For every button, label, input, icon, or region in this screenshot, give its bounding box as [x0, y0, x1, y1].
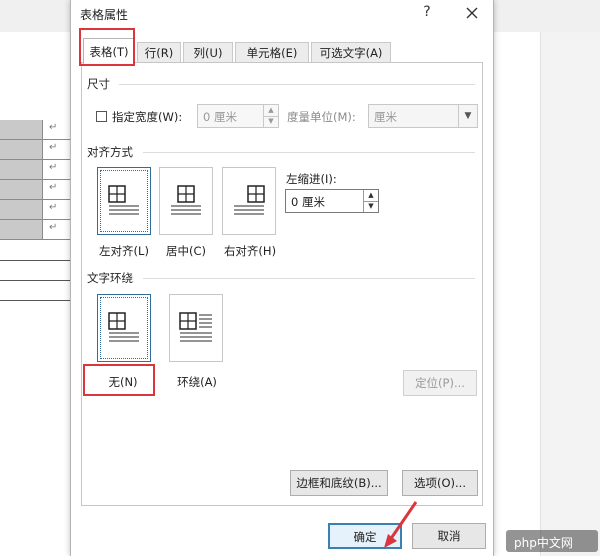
align-right-label[interactable]: 右对齐(H)	[217, 243, 283, 259]
section-divider	[119, 84, 475, 85]
spin-down-icon[interactable]: ▼	[364, 201, 378, 212]
width-input[interactable]: 0 厘米 ▲ ▼	[197, 104, 279, 128]
arrow-annotation-icon	[384, 501, 418, 548]
paragraph-mark: ↵	[49, 222, 58, 233]
document-page-left: ↵ ↵ ↵ ↵ ↵ ↵	[0, 32, 71, 556]
table-border	[0, 280, 70, 281]
left-indent-value: 0 厘米	[291, 195, 325, 209]
options-button[interactable]: 选项(O)...	[402, 470, 478, 496]
paragraph-mark: ↵	[49, 202, 58, 213]
spin-down-icon[interactable]: ▼	[264, 116, 278, 127]
align-right-icon	[234, 185, 265, 215]
alignment-section-label: 对齐方式	[87, 145, 133, 159]
align-center-icon	[171, 185, 201, 215]
paragraph-mark: ↵	[49, 142, 58, 153]
table-cell: ↵	[42, 140, 71, 160]
left-indent-label: 左缩进(I):	[286, 172, 337, 186]
paragraph-mark: ↵	[49, 122, 58, 133]
table-cell	[0, 140, 42, 160]
position-button[interactable]: 定位(P)...	[403, 370, 477, 396]
tab-table[interactable]: 表格(T)	[83, 38, 135, 64]
document-ruler-strip	[540, 32, 600, 556]
watermark-text: php中文网	[514, 536, 573, 550]
table-border	[0, 300, 70, 301]
table-cell	[0, 160, 42, 180]
table-cell: ↵	[42, 220, 71, 240]
chevron-down-icon[interactable]: ▼	[458, 105, 477, 127]
left-indent-spinner[interactable]: ▲ ▼	[363, 190, 378, 212]
wrap-around-label[interactable]: 环绕(A)	[163, 374, 231, 390]
table-border	[0, 260, 70, 261]
tab-column[interactable]: 列(U)	[183, 42, 233, 62]
wrap-none-option[interactable]	[97, 294, 151, 362]
width-spinner[interactable]: ▲ ▼	[263, 105, 278, 127]
wrapping-section-label: 文字环绕	[87, 271, 133, 285]
close-button[interactable]	[461, 2, 483, 24]
width-value: 0 厘米	[203, 110, 237, 124]
section-divider	[143, 152, 475, 153]
align-center-option[interactable]	[159, 167, 213, 235]
dialog-titlebar: 表格属性 ?	[71, 0, 493, 26]
wrap-around-icon	[179, 312, 212, 342]
wrap-around-option[interactable]	[169, 294, 223, 362]
table-cell	[0, 200, 42, 220]
table-cell: ↵	[42, 200, 71, 220]
size-section-label: 尺寸	[87, 77, 110, 91]
table-cell: ↵	[42, 180, 71, 200]
table-cell	[0, 220, 42, 240]
table-properties-dialog: 表格属性 ? 表格(T) 行(R) 列(U) 单元格(E) 可选文字(A) 尺寸…	[70, 0, 494, 556]
specify-width-checkbox[interactable]	[96, 111, 107, 122]
align-right-option[interactable]	[222, 167, 276, 235]
table-cell	[0, 180, 42, 200]
cancel-button[interactable]: 取消	[412, 523, 486, 549]
paragraph-mark: ↵	[49, 182, 58, 193]
table-cell: ↵	[42, 160, 71, 180]
table-cell: ↵	[42, 120, 71, 140]
measure-unit-select[interactable]: 厘米 ▼	[368, 104, 478, 128]
wrap-none-label[interactable]: 无(N)	[89, 374, 157, 390]
align-left-label[interactable]: 左对齐(L)	[91, 243, 157, 259]
specify-width-label[interactable]: 指定宽度(W):	[112, 109, 182, 125]
tab-row[interactable]: 行(R)	[137, 42, 181, 62]
wrap-none-icon	[108, 312, 139, 342]
dialog-title: 表格属性	[80, 8, 129, 22]
paragraph-mark: ↵	[49, 162, 58, 173]
align-center-label[interactable]: 居中(C)	[157, 243, 215, 259]
table-cell	[0, 120, 42, 140]
measure-unit-label: 度量单位(M):	[287, 110, 356, 124]
align-left-icon	[108, 185, 139, 215]
borders-shading-button[interactable]: 边框和底纹(B)...	[290, 470, 388, 496]
left-indent-input[interactable]: 0 厘米 ▲ ▼	[285, 189, 379, 213]
align-left-option[interactable]	[97, 167, 151, 235]
help-button[interactable]: ?	[417, 1, 437, 23]
tab-alt-text[interactable]: 可选文字(A)	[311, 42, 391, 62]
section-divider	[143, 278, 475, 279]
close-icon	[466, 7, 478, 19]
measure-unit-value: 厘米	[374, 110, 397, 124]
tab-panel-table	[81, 62, 483, 506]
tab-cell[interactable]: 单元格(E)	[235, 42, 309, 62]
